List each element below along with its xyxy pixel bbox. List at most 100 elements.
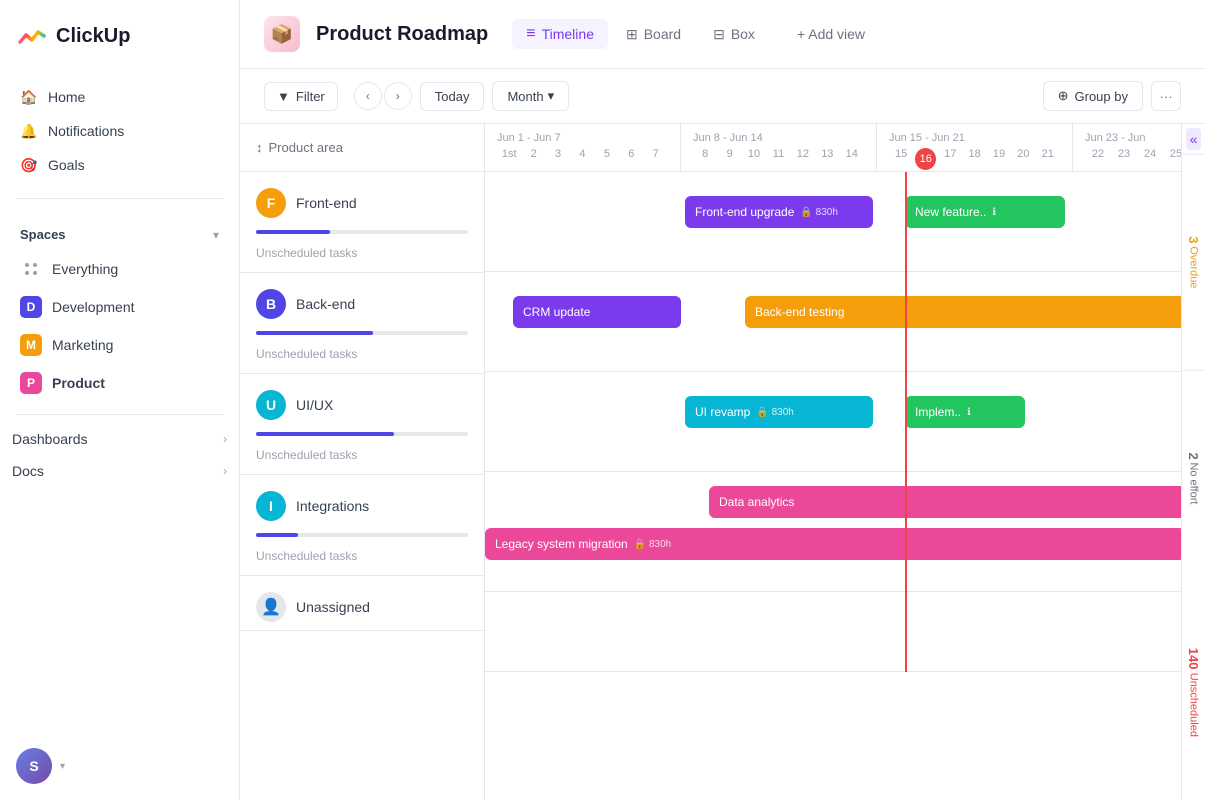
today-marker: 16 [915,148,936,170]
row-labels: ↕ Product area F Front-end Unscheduled t… [240,124,485,800]
development-label: Development [52,299,135,315]
gantt-bar-data-analytics[interactable]: Data analytics [709,486,1181,518]
divider-1 [16,198,223,199]
collapse-button[interactable]: « [1182,124,1205,154]
sidebar-item-marketing[interactable]: M Marketing [8,326,231,364]
group-by-button[interactable]: ⊕ Group by [1043,81,1143,111]
week-1-header: Jun 1 - Jun 7 1st 2 3 4 5 6 7 [485,124,681,171]
add-view-button[interactable]: + Add view [785,20,877,48]
week-4-label: Jun 23 - Jun [1085,132,1181,144]
integrations-progress-fill [256,533,298,537]
sidebar-item-product[interactable]: P Product [8,364,231,402]
add-view-label: + Add view [797,26,865,42]
gantt-bar-backend-testing[interactable]: Back-end testing [745,296,1181,328]
uiux-unscheduled: Unscheduled tasks [240,444,484,474]
main-content: 📦 Product Roadmap ≡ Timeline ⊞ Board ⊟ B… [240,0,1205,800]
today-button[interactable]: Today [420,82,485,111]
day-cell: 23 [1111,148,1137,160]
integrations-unscheduled: Unscheduled tasks [240,545,484,575]
bar-label: Back-end testing [755,305,844,319]
backend-name: Back-end [296,296,355,312]
month-label: Month [507,89,543,104]
overdue-label: Overdue [1188,246,1200,288]
unassigned-avatar: 👤 [256,592,286,622]
gantt-bar-frontend-upgrade[interactable]: Front-end upgrade 🔒 830h [685,196,873,228]
backend-avatar: B [256,289,286,319]
prev-button[interactable]: ‹ [354,82,382,110]
month-button[interactable]: Month ▾ [492,81,569,111]
day-cell: 2 [521,148,545,160]
bar-label: Legacy system migration [495,537,628,551]
day-cell: 7 [644,148,668,160]
filter-button[interactable]: ▼ Filter [264,82,338,111]
timeline-row-uiux: UI revamp 🔒 830h Implem.. ℹ [485,372,1181,472]
sidebar-item-docs[interactable]: Docs › [0,455,239,487]
timeline-row-integrations: Data analytics Legacy system migration 🔒… [485,472,1181,592]
nav-arrows: ‹ › [354,82,412,110]
sidebar-item-goals[interactable]: 🎯 Goals [8,148,231,182]
app-name: ClickUp [56,25,130,48]
frontend-header: F Front-end [240,172,484,226]
gantt-bar-new-feature[interactable]: New feature.. ℹ [905,196,1065,228]
layers-icon: ⊕ [1058,88,1069,104]
more-options-button[interactable]: ··· [1151,81,1181,111]
unscheduled-label: Unscheduled [1188,673,1200,737]
integrations-header: I Integrations [240,475,484,529]
sidebar-item-development[interactable]: D Development [8,288,231,326]
page-icon: 📦 [264,16,300,52]
spaces-header: Spaces ▾ [8,223,231,246]
sidebar-item-dashboards[interactable]: Dashboards › [0,423,239,455]
sidebar-item-everything[interactable]: Everything [8,250,231,288]
row-label-header: ↕ Product area [240,124,484,172]
spaces-chevron-icon[interactable]: ▾ [213,228,219,242]
day-cell: 14 [840,148,864,160]
next-button[interactable]: › [384,82,412,110]
integrations-progress [256,533,468,537]
bar-label: New feature.. [915,205,986,219]
week-2-label: Jun 8 - Jun 14 [693,132,864,144]
sidebar-item-home[interactable]: 🏠 Home [8,80,231,114]
uiux-name: UI/UX [296,397,333,413]
tab-box[interactable]: ⊟ Box [699,19,769,49]
gantt-bar-implement[interactable]: Implem.. ℹ [905,396,1025,428]
no-effort-indicator[interactable]: 2 No effort [1182,370,1205,586]
timeline-container: ↕ Product area F Front-end Unscheduled t… [240,124,1205,800]
bar-label: CRM update [523,305,590,319]
user-avatar[interactable]: S [16,748,52,784]
collapse-icon[interactable]: « [1186,128,1201,150]
filter-icon: ▼ [277,89,290,104]
tab-board[interactable]: ⊞ Board [612,19,695,49]
backend-progress [256,331,468,335]
day-cell: 8 [693,148,717,160]
gantt-bar-crm-update[interactable]: CRM update [513,296,681,328]
sidebar-footer: S ▾ [0,732,239,800]
bar-label: UI revamp [695,405,750,419]
unscheduled-indicator[interactable]: 140 Unscheduled [1182,585,1205,800]
sidebar-item-notifications[interactable]: 🔔 Notifications [8,114,231,148]
integrations-avatar: I [256,491,286,521]
board-tab-icon: ⊞ [626,26,638,43]
no-effort-text: 2 No effort [1186,452,1201,504]
docs-chevron-icon: › [223,464,227,478]
day-cell: 18 [962,148,986,170]
frontend-avatar: F [256,188,286,218]
row-group-unassigned: 👤 Unassigned [240,576,484,631]
timeline-row-backend: CRM update Back-end testing [485,272,1181,372]
tab-timeline[interactable]: ≡ Timeline [512,19,608,49]
unscheduled-text: 140 Unscheduled [1186,648,1201,737]
main-nav: 🏠 Home 🔔 Notifications 🎯 Goals [0,72,239,190]
gantt-bar-ui-revamp[interactable]: UI revamp 🔒 830h [685,396,873,428]
month-chevron-icon: ▾ [548,88,555,104]
week-4-days: 22 23 24 25 [1085,148,1181,160]
overdue-indicator[interactable]: 3 Overdue [1182,154,1205,370]
gantt-bar-legacy-migration[interactable]: Legacy system migration 🔒 830h [485,528,1181,560]
area-header-text: Product area [269,140,343,155]
week-1-label: Jun 1 - Jun 7 [497,132,668,144]
logo: ClickUp [0,0,239,72]
unassigned-header: 👤 Unassigned [240,576,484,630]
bar-hours: 🔒 830h [800,207,837,218]
timeline-body: Front-end upgrade 🔒 830h New feature.. ℹ… [485,172,1181,672]
week-3-header: Jun 15 - Jun 21 15 16 17 18 19 20 21 [877,124,1073,171]
day-cell: 4 [570,148,594,160]
user-chevron-icon: ▾ [60,761,65,772]
